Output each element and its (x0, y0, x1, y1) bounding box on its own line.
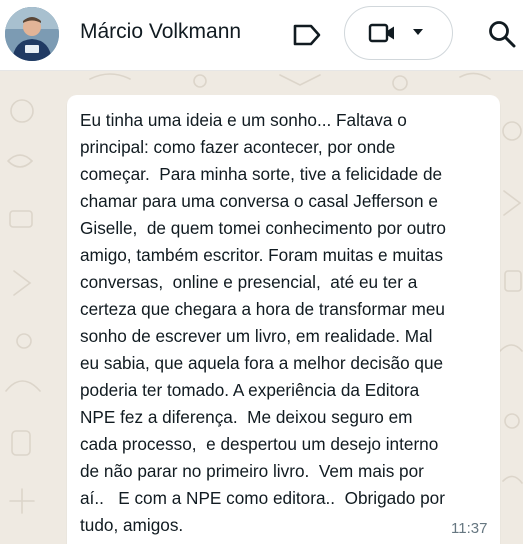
contact-avatar[interactable] (5, 7, 59, 61)
contact-name[interactable]: Márcio Volkmann (80, 20, 241, 44)
profile-photo-icon (5, 7, 59, 61)
chat-header: Márcio Volkmann (0, 0, 523, 71)
label-icon (293, 24, 321, 46)
caret-down-icon[interactable] (411, 27, 425, 37)
search-button[interactable] (484, 16, 520, 52)
message-bubble[interactable]: Eu tinha uma ideia e um sonho... Faltava… (67, 95, 500, 544)
search-icon (489, 21, 516, 48)
message-text: Eu tinha uma ideia e um sonho... Faltava… (80, 110, 446, 535)
video-camera-icon (368, 23, 394, 43)
video-call-button[interactable] (344, 6, 453, 60)
label-button[interactable] (289, 18, 325, 52)
message-timestamp: 11:37 (451, 520, 488, 537)
